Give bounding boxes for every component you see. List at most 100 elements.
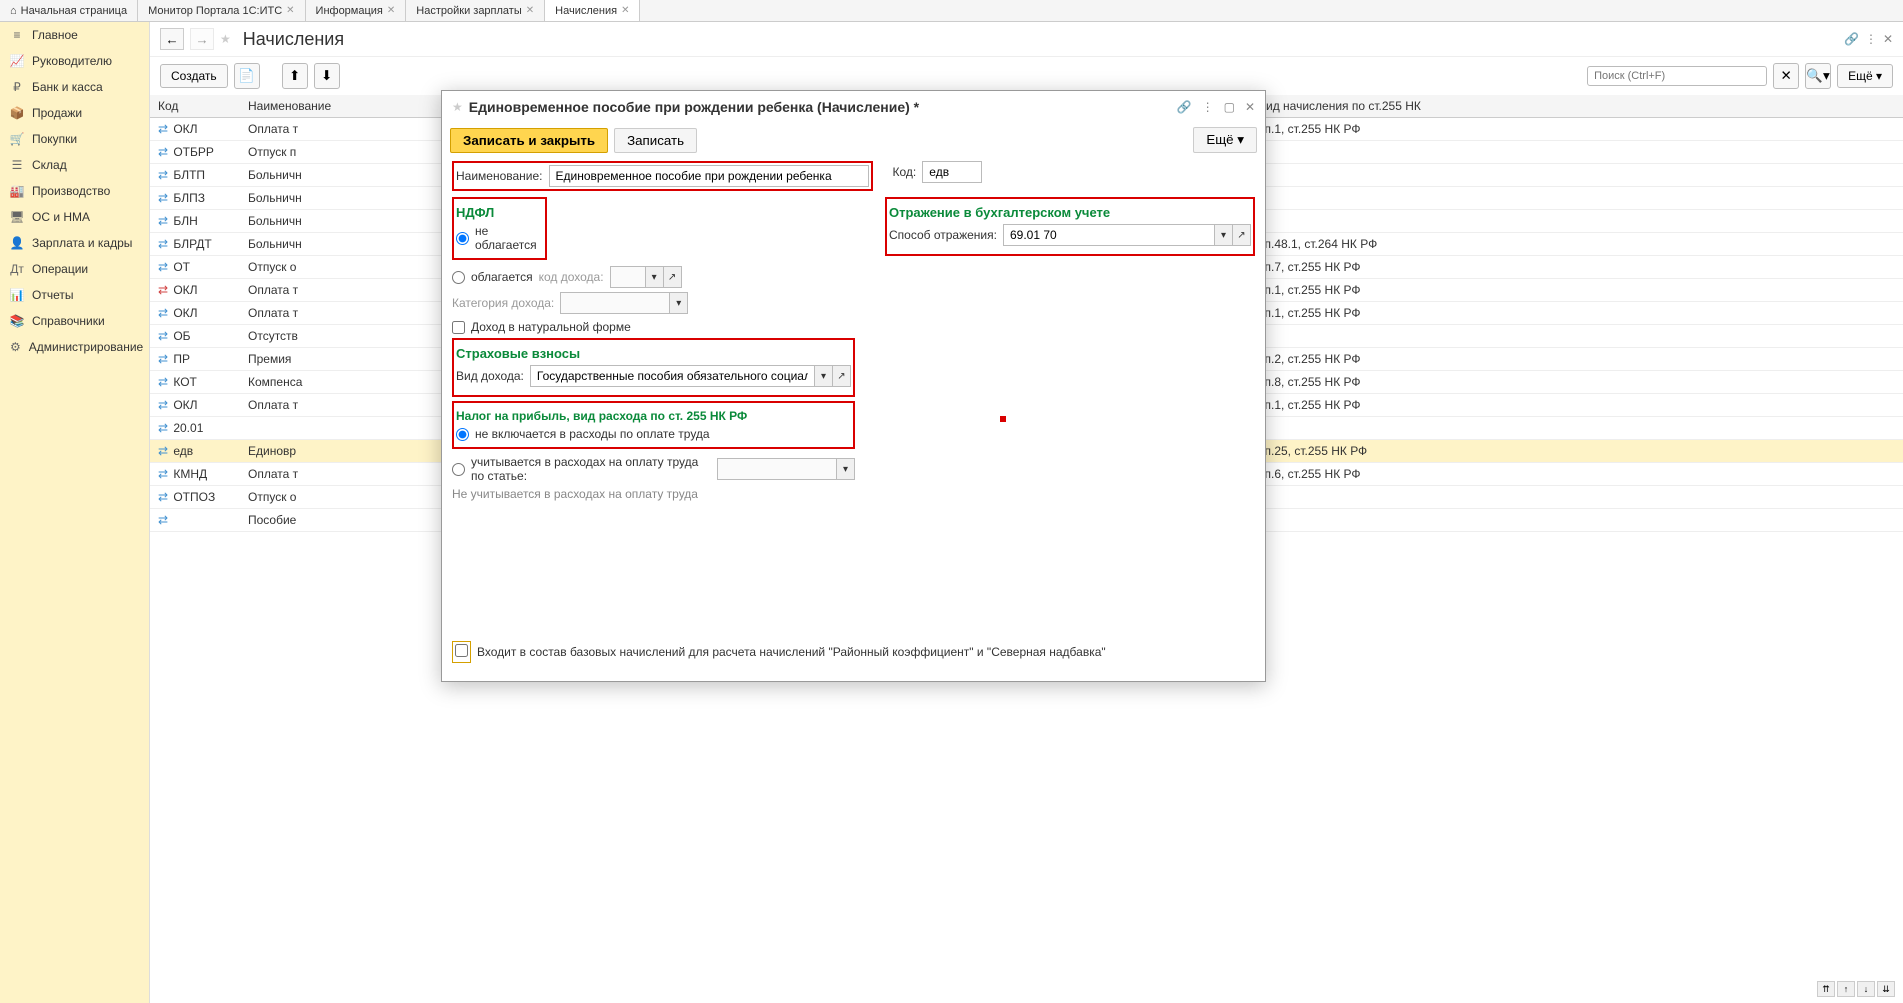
maximize-icon[interactable]: ▢ (1224, 100, 1235, 114)
natural-income-label: Доход в натуральной форме (471, 320, 631, 334)
sidebar-item-purchases[interactable]: 🛒Покупки (0, 126, 149, 152)
row-icon: ⇄ (158, 214, 170, 228)
insurance-type-input[interactable] (530, 365, 815, 387)
up-button[interactable]: ⬆ (282, 63, 308, 89)
back-button[interactable]: ← (160, 28, 184, 50)
star-icon[interactable]: ★ (452, 100, 463, 114)
tab-info[interactable]: Информация ✕ (306, 0, 407, 21)
page-up[interactable]: ↑ (1837, 981, 1855, 997)
sidebar-item-warehouse[interactable]: ☰Склад (0, 152, 149, 178)
sidebar-item-manager[interactable]: 📈 Руководителю (0, 48, 149, 74)
sidebar-item-admin[interactable]: ⚙ Администрирование (0, 334, 149, 360)
accounting-method-label: Способ отражения: (889, 228, 997, 242)
tab-home[interactable]: ⌂ Начальная страница (0, 0, 138, 21)
search-input[interactable] (1587, 66, 1767, 86)
dropdown-icon[interactable]: ▾ (815, 365, 833, 387)
sidebar-item-operations[interactable]: ДтОперации (0, 256, 149, 282)
red-marker (1000, 416, 1006, 422)
more-button[interactable]: Ещё ▾ (1837, 64, 1893, 88)
open-icon[interactable]: ↗ (833, 365, 851, 387)
sidebar-label: Администрирование (29, 340, 143, 354)
page-title: Начисления (243, 29, 344, 50)
page-down[interactable]: ↓ (1857, 981, 1875, 997)
ndfl-not-taxed-radio[interactable] (456, 232, 469, 245)
menu-icon[interactable]: ⋮ (1202, 100, 1214, 114)
cart-icon: 🛒 (10, 132, 24, 146)
dropdown-icon[interactable]: ▾ (837, 458, 855, 480)
modal-title: Единовременное пособие при рождении ребе… (469, 99, 1171, 115)
save-button[interactable]: Записать (614, 128, 697, 153)
sidebar-label: Руководителю (32, 54, 112, 68)
sidebar-item-bank[interactable]: ₽Банк и касса (0, 74, 149, 100)
row-icon: ⇄ (158, 145, 170, 159)
profit-article-input[interactable] (717, 458, 837, 480)
link-icon[interactable]: 🔗 (1177, 100, 1192, 114)
name-input[interactable] (549, 165, 869, 187)
income-code-input[interactable] (610, 266, 646, 288)
sidebar-item-production[interactable]: 🏭Производство (0, 178, 149, 204)
close-icon[interactable]: ✕ (621, 5, 629, 16)
sidebar-item-salary[interactable]: 👤Зарплата и кадры (0, 230, 149, 256)
ndfl-taxed-radio[interactable] (452, 271, 465, 284)
row-icon: ⇄ (158, 375, 170, 389)
close-icon[interactable]: ✕ (387, 5, 395, 16)
link-icon[interactable]: 🔗 (1844, 32, 1859, 46)
tab-monitor[interactable]: Монитор Портала 1С:ИТС ✕ (138, 0, 305, 21)
page-first[interactable]: ⇈ (1817, 981, 1835, 997)
tab-label: Монитор Портала 1С:ИТС (148, 5, 282, 17)
dropdown-icon[interactable]: ▾ (646, 266, 664, 288)
page-last[interactable]: ⇊ (1877, 981, 1895, 997)
book-icon: 📚 (10, 314, 24, 328)
row-icon: ⇄ (158, 398, 170, 412)
star-icon[interactable]: ★ (220, 32, 231, 46)
create-button[interactable]: Создать (160, 64, 228, 88)
base-checkbox-label: Входит в состав базовых начислений для р… (477, 645, 1106, 659)
category-input[interactable] (560, 292, 670, 314)
copy-button[interactable]: 📄 (234, 63, 260, 89)
forward-button[interactable]: → (190, 28, 214, 50)
row-icon: ⇄ (158, 352, 170, 366)
menu-icon[interactable]: ⋮ (1865, 32, 1877, 46)
row-icon: ⇄ (158, 421, 170, 435)
report-icon: 📊 (10, 288, 24, 302)
sidebar-item-assets[interactable]: 🖥ОС и НМА (0, 204, 149, 230)
tab-salary-settings[interactable]: Настройки зарплаты ✕ (406, 0, 545, 21)
row-icon: ⇄ (158, 329, 170, 343)
accounting-method-input[interactable] (1003, 224, 1215, 246)
gear-icon: ⚙ (10, 340, 21, 354)
close-icon[interactable]: ✕ (526, 5, 534, 16)
profit-not-included-radio[interactable] (456, 428, 469, 441)
dropdown-icon[interactable]: ▾ (670, 292, 688, 314)
down-button[interactable]: ⬇ (314, 63, 340, 89)
sidebar-item-main[interactable]: ≡Главное (0, 22, 149, 48)
page-header: ← → ★ Начисления 🔗 ⋮ ✕ (150, 22, 1903, 57)
close-icon[interactable]: ✕ (1245, 100, 1255, 114)
modal-body: Наименование: Код: НДФЛ (442, 157, 1265, 681)
tab-accruals[interactable]: Начисления ✕ (545, 0, 640, 21)
row-icon: ⇄ (158, 444, 170, 458)
sidebar-item-catalogs[interactable]: 📚 Справочники (0, 308, 149, 334)
open-icon[interactable]: ↗ (1233, 224, 1251, 246)
content: ← → ★ Начисления 🔗 ⋮ ✕ Создать 📄 ⬆ ⬇ ✕ 🔍… (150, 22, 1903, 1003)
base-checkbox[interactable] (455, 644, 468, 657)
ndfl-not-taxed-label: не облагается (475, 224, 543, 252)
clear-search-button[interactable]: ✕ (1773, 63, 1799, 89)
col-code[interactable]: Код (150, 95, 240, 118)
close-icon[interactable]: ✕ (1883, 32, 1893, 46)
save-close-button[interactable]: Записать и закрыть (450, 128, 608, 153)
category-label: Категория дохода: (452, 296, 554, 310)
chart-icon: 📈 (10, 54, 24, 68)
close-icon[interactable]: ✕ (286, 5, 294, 16)
dropdown-icon[interactable]: ▾ (1215, 224, 1233, 246)
sidebar-label: Справочники (32, 314, 105, 328)
more-button[interactable]: Ещё ▾ (1193, 127, 1257, 153)
profit-title: Налог на прибыль, вид расхода по ст. 255… (456, 409, 851, 423)
open-icon[interactable]: ↗ (664, 266, 682, 288)
search-button[interactable]: 🔍▾ (1805, 63, 1831, 89)
sidebar-item-reports[interactable]: 📊Отчеты (0, 282, 149, 308)
code-input[interactable] (922, 161, 982, 183)
profit-article-radio[interactable] (452, 463, 465, 476)
natural-income-checkbox[interactable] (452, 321, 465, 334)
col-nk[interactable]: Вид начисления по ст.255 НК (1250, 95, 1903, 118)
sidebar-item-sales[interactable]: 📦Продажи (0, 100, 149, 126)
